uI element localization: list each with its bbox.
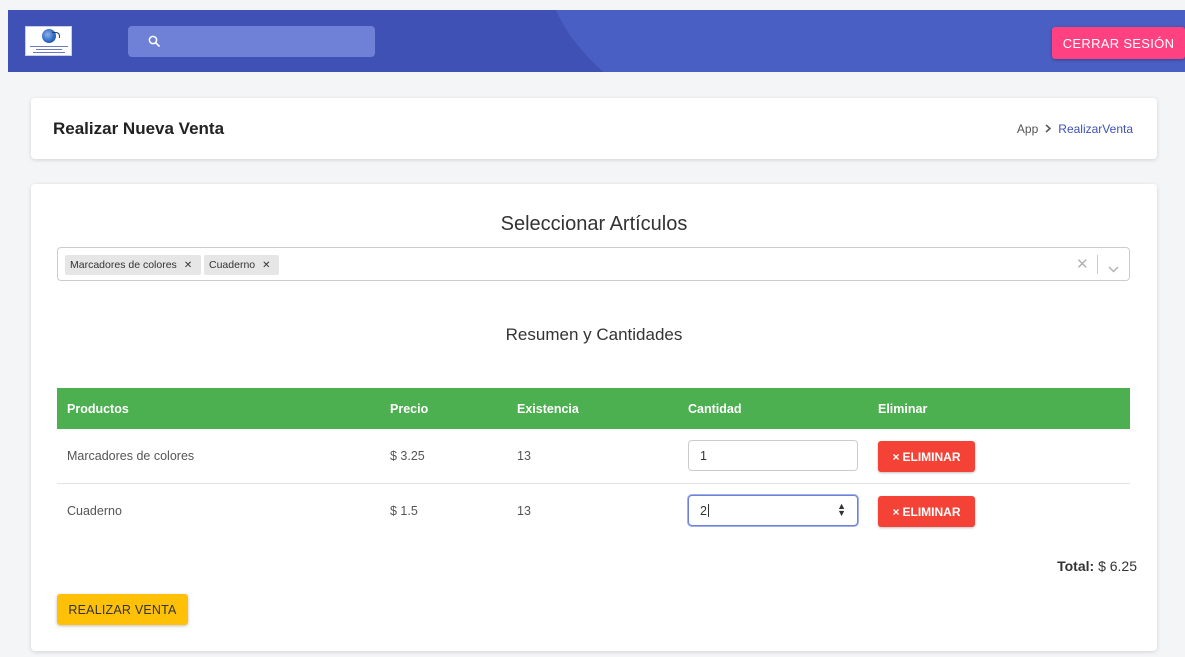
text-caret [707,504,709,517]
column-header-quantity: Cantidad [688,402,742,416]
product-name: Marcadores de colores [67,449,195,463]
chip-label: Cuaderno [209,259,256,271]
product-name: Cuaderno [67,504,122,518]
top-app-bar: CERRAR SESIÓN [8,10,1185,72]
column-header-stock: Existencia [517,402,579,416]
quantity-value: 2 [700,504,707,518]
table-row: Cuaderno $ 1.5 13 2 ▲ ▼ × ELIMINAR [57,484,1130,539]
select-items-title: Seleccionar Artículos [500,213,688,235]
chevron-down-icon[interactable] [1108,260,1119,278]
selected-chip: Marcadores de colores ✕ [65,255,201,275]
summary-title: Resumen y Cantidades [505,325,683,344]
chip-remove-icon[interactable]: ✕ [262,260,270,271]
delete-label: ELIMINAR [902,504,961,519]
product-stock: 13 [517,449,531,463]
total-amount: Total: $ 6.25 [1057,558,1137,574]
total-label: Total: [1057,558,1095,574]
sale-card: Seleccionar Artículos Marcadores de colo… [31,184,1157,651]
globe-icon [42,29,60,43]
selected-chip: Cuaderno ✕ [204,255,279,275]
chip-remove-icon[interactable]: ✕ [184,260,192,271]
search-icon [148,35,160,47]
page-title: Realizar Nueva Venta [53,119,225,138]
product-multiselect[interactable]: Marcadores de colores ✕ Cuaderno ✕ ✕ [57,247,1130,281]
delete-button[interactable]: × ELIMINAR [878,496,975,527]
company-logo[interactable] [25,26,72,56]
breadcrumb-current: RealizarVenta [1058,122,1133,136]
breadcrumb: App RealizarVenta [1017,122,1133,136]
stepper-icon[interactable]: ▲ ▼ [837,502,846,518]
table-header: Productos Precio Existencia Cantidad Eli… [57,388,1130,429]
close-icon: × [892,504,900,519]
search-bar[interactable] [128,26,375,57]
table-row: Marcadores de colores $ 3.25 13 1 × ELIM… [57,429,1130,484]
delete-label: ELIMINAR [902,449,961,464]
total-value: $ 6.25 [1098,558,1137,574]
column-header-price: Precio [390,402,429,416]
close-icon: × [892,449,900,464]
product-stock: 13 [517,504,531,518]
clear-icon[interactable]: ✕ [1076,255,1089,273]
quantity-input[interactable]: 2 ▲ ▼ [688,495,858,526]
logout-button[interactable]: CERRAR SESIÓN [1052,27,1185,59]
quantity-input[interactable]: 1 [688,440,858,471]
product-price: $ 3.25 [390,449,425,463]
separator [1097,255,1098,274]
column-header-delete: Eliminar [878,402,928,416]
quantity-value: 1 [700,449,707,463]
make-sale-button[interactable]: REALIZAR VENTA [57,594,188,625]
delete-button[interactable]: × ELIMINAR [878,441,975,472]
chip-label: Marcadores de colores [70,259,177,271]
breadcrumb-app[interactable]: App [1017,122,1038,136]
page-header-card: Realizar Nueva Venta App RealizarVenta [31,98,1157,159]
column-header-products: Productos [67,402,129,416]
product-price: $ 1.5 [390,504,418,518]
chevron-right-icon [1044,122,1052,136]
